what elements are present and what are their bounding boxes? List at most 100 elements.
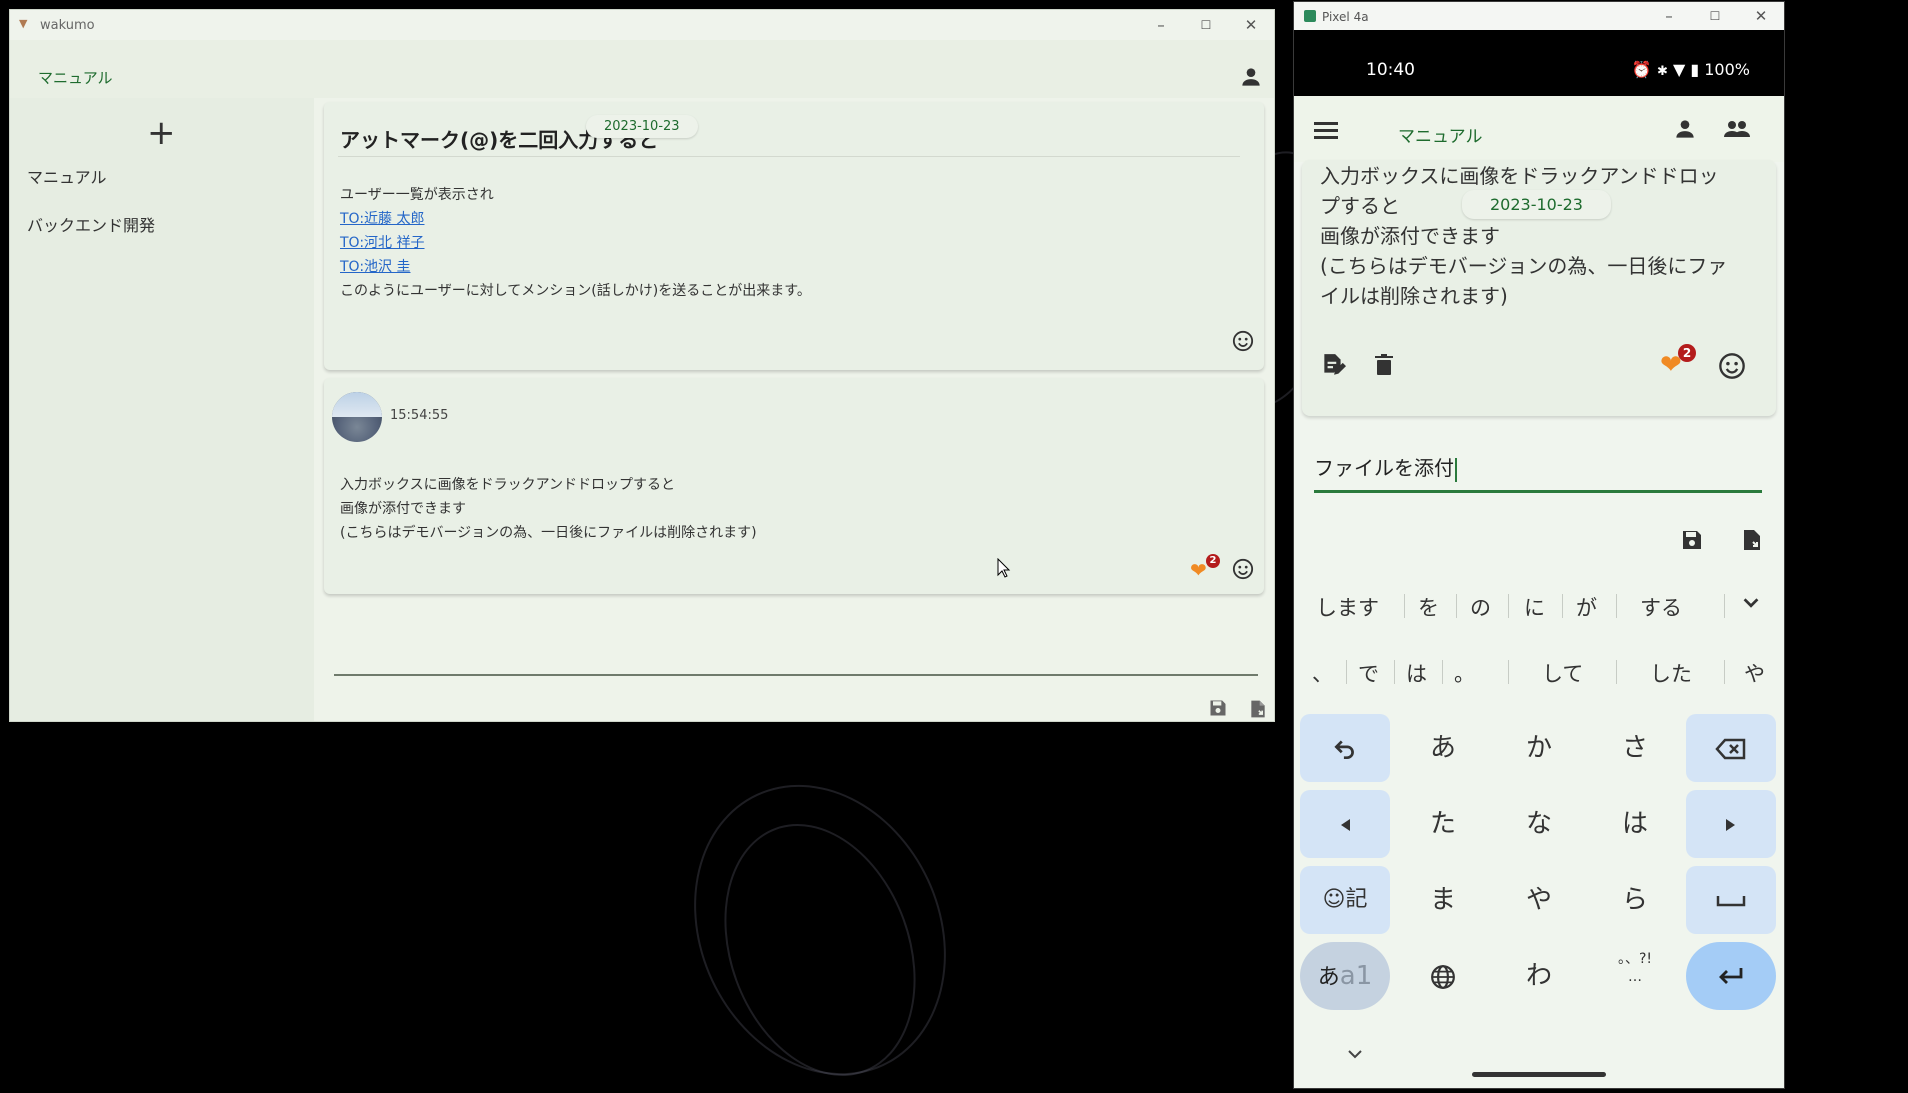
add-reaction-icon[interactable] bbox=[1232, 558, 1254, 580]
add-reaction-icon[interactable] bbox=[1232, 330, 1254, 352]
key-a[interactable]: あ bbox=[1398, 714, 1488, 782]
message-line: 画像が添付できます bbox=[1320, 224, 1500, 248]
suggestion-item[interactable]: は bbox=[1406, 658, 1427, 688]
key-sa[interactable]: さ bbox=[1590, 714, 1680, 782]
message-input[interactable]: ファイルを添付 bbox=[1314, 452, 1762, 482]
date-chip: 2023-10-23 bbox=[586, 115, 698, 138]
close-button[interactable]: ✕ bbox=[1750, 5, 1772, 27]
emoji-symbol-key[interactable]: ☺記 bbox=[1300, 866, 1390, 934]
suggestion-item[interactable]: で bbox=[1358, 658, 1379, 688]
cursor-right-key[interactable] bbox=[1686, 790, 1776, 858]
key-ma[interactable]: ま bbox=[1398, 866, 1488, 934]
expand-suggestions-icon[interactable] bbox=[1740, 592, 1762, 618]
menu-icon[interactable] bbox=[1314, 120, 1340, 146]
suggestion-item[interactable]: 。 bbox=[1454, 658, 1475, 688]
suggestion-divider bbox=[1724, 660, 1725, 684]
delete-icon[interactable] bbox=[1372, 352, 1396, 382]
language-key[interactable] bbox=[1398, 942, 1488, 1010]
window-title: Pixel 4a bbox=[1322, 10, 1369, 24]
minimize-button[interactable]: – bbox=[1658, 5, 1680, 27]
message-line: 画像が添付できます bbox=[340, 501, 466, 517]
key-ra[interactable]: ら bbox=[1590, 866, 1680, 934]
page-title: マニュアル bbox=[1398, 127, 1483, 147]
message-time: 15:54:55 bbox=[390, 408, 449, 423]
suggestion-item[interactable]: する bbox=[1640, 592, 1682, 622]
suggestion-item[interactable]: や bbox=[1744, 658, 1765, 688]
suggestion-item[interactable]: した bbox=[1650, 658, 1692, 688]
reaction-count-badge: 2 bbox=[1206, 554, 1220, 568]
message-line: 入力ボックスに画像をドラックアンドドロップすると bbox=[340, 477, 676, 493]
maximize-button[interactable]: ☐ bbox=[1195, 14, 1217, 36]
reaction-count-badge: 2 bbox=[1678, 344, 1696, 362]
message-input[interactable] bbox=[334, 674, 1258, 676]
add-reaction-icon[interactable] bbox=[1718, 352, 1746, 384]
suggestion-item[interactable]: が bbox=[1576, 592, 1597, 622]
message-area: アットマーク(@)を二回入力すると 2023-10-23 ユーザー一覧が表示され… bbox=[314, 98, 1274, 721]
input-value: ファイルを添付 bbox=[1314, 456, 1454, 480]
suggestion-item[interactable]: を bbox=[1418, 592, 1439, 622]
input-mode-key[interactable]: あa1 bbox=[1300, 942, 1390, 1010]
status-time: 10:40 bbox=[1366, 60, 1415, 80]
key-ha[interactable]: は bbox=[1590, 790, 1680, 858]
backspace-key[interactable] bbox=[1686, 714, 1776, 782]
suggestion-divider bbox=[1404, 594, 1405, 618]
key-ka[interactable]: か bbox=[1494, 714, 1584, 782]
key-wa[interactable]: わ bbox=[1494, 942, 1584, 1010]
attach-file-icon[interactable] bbox=[1740, 526, 1764, 558]
mention-link[interactable]: TO:池沢 圭 bbox=[340, 256, 411, 276]
minimize-button[interactable]: – bbox=[1150, 14, 1172, 36]
message-line: (こちらはデモバージョンの為、一日後にファイルは削除されます) bbox=[340, 525, 757, 541]
mention-link[interactable]: TO:近藤 太郎 bbox=[340, 208, 425, 228]
suggestion-item[interactable]: に bbox=[1524, 592, 1545, 622]
status-bar: 10:40 ⏰ ✱ ▼ ▮ 100% bbox=[1294, 30, 1784, 96]
close-button[interactable]: ✕ bbox=[1240, 14, 1262, 36]
suggestion-item[interactable]: 、 bbox=[1312, 658, 1333, 688]
edit-icon[interactable] bbox=[1320, 352, 1346, 382]
save-icon[interactable] bbox=[1208, 698, 1230, 720]
key-ya[interactable]: や bbox=[1494, 866, 1584, 934]
window-title: wakumo bbox=[40, 18, 95, 33]
group-icon[interactable] bbox=[1722, 116, 1752, 146]
undo-key[interactable] bbox=[1300, 714, 1390, 782]
hide-keyboard-icon[interactable] bbox=[1346, 1046, 1364, 1065]
enter-key[interactable] bbox=[1686, 942, 1776, 1010]
suggestion-item[interactable]: します bbox=[1316, 592, 1379, 622]
punctuation-key[interactable]: 。、?! … bbox=[1590, 942, 1680, 1010]
save-icon[interactable] bbox=[1680, 528, 1704, 556]
user-icon[interactable] bbox=[1238, 64, 1264, 90]
suggestion-item[interactable]: して bbox=[1542, 658, 1583, 688]
maximize-button[interactable]: ☐ bbox=[1704, 5, 1726, 27]
alarm-icon: ⏰ bbox=[1631, 60, 1652, 79]
battery-level: 100% bbox=[1704, 60, 1750, 79]
message-line: ユーザー一覧が表示され bbox=[340, 187, 494, 203]
message-line: (こちらはデモバージョンの為、一日後にファ bbox=[1320, 254, 1728, 278]
key-na[interactable]: な bbox=[1494, 790, 1584, 858]
space-key[interactable] bbox=[1686, 866, 1776, 934]
avatar bbox=[332, 392, 382, 442]
message-line: プすると bbox=[1320, 194, 1400, 218]
date-chip: 2023-10-23 bbox=[1462, 190, 1611, 219]
battery-icon: ▮ bbox=[1690, 60, 1700, 79]
heart-reaction-icon[interactable]: ❤ bbox=[1190, 558, 1207, 582]
suggestion-divider bbox=[1724, 594, 1725, 618]
suggestion-item[interactable]: の bbox=[1470, 592, 1491, 622]
mouse-cursor-icon bbox=[997, 558, 1011, 578]
home-indicator[interactable] bbox=[1472, 1072, 1606, 1077]
attach-file-icon[interactable] bbox=[1248, 698, 1270, 720]
mention-link[interactable]: TO:河北 祥子 bbox=[340, 232, 425, 252]
message-card: アットマーク(@)を二回入力すると 2023-10-23 ユーザー一覧が表示され… bbox=[324, 102, 1264, 370]
key-ta[interactable]: た bbox=[1398, 790, 1488, 858]
sidebar-item-backend[interactable]: バックエンド開発 bbox=[27, 212, 155, 236]
sidebar: + マニュアル バックエンド開発 bbox=[10, 98, 314, 721]
window-titlebar: ▼ wakumo – ☐ ✕ bbox=[10, 10, 1274, 40]
punctuation-label: 。、?! bbox=[1617, 951, 1653, 967]
user-icon[interactable] bbox=[1672, 116, 1698, 146]
ellipsis-label: … bbox=[1628, 969, 1642, 985]
sidebar-item-manual[interactable]: マニュアル bbox=[27, 164, 107, 188]
cursor-left-key[interactable] bbox=[1300, 790, 1390, 858]
bluetooth-icon: ✱ bbox=[1656, 64, 1668, 79]
emulator-icon bbox=[1304, 10, 1316, 22]
suggestion-divider bbox=[1616, 660, 1617, 684]
add-channel-button[interactable]: + bbox=[147, 116, 176, 150]
text-caret bbox=[1455, 457, 1457, 482]
